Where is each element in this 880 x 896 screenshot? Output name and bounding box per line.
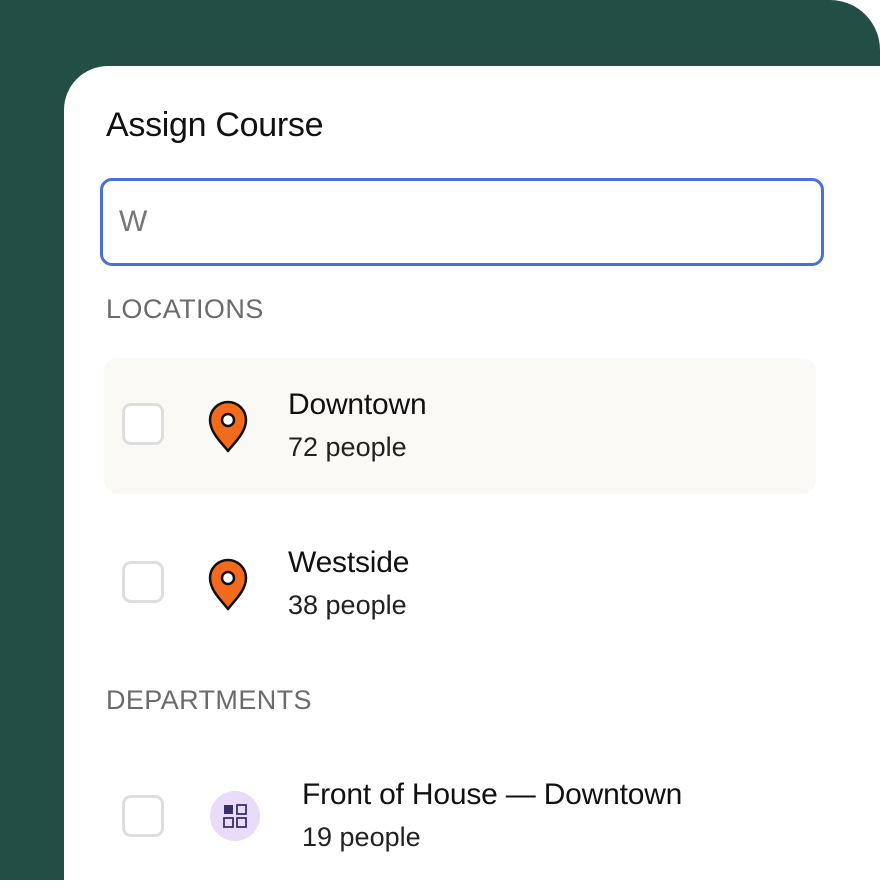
checkbox[interactable] <box>122 561 164 603</box>
item-count: 38 people <box>288 590 407 620</box>
item-name: Westside <box>288 546 410 579</box>
list-item-westside[interactable]: Westside 38 people <box>104 516 816 652</box>
list-item-front-of-house-downtown[interactable]: Front of House — Downtown 19 people <box>104 748 816 884</box>
item-name: Downtown <box>288 388 427 421</box>
grid-icon <box>223 804 247 828</box>
map-pin-icon <box>208 400 248 453</box>
item-name: Front of House — Downtown <box>302 778 683 811</box>
department-grid-icon <box>210 791 260 841</box>
map-pin-icon <box>208 558 248 611</box>
item-count: 19 people <box>302 822 421 852</box>
checkbox[interactable] <box>122 795 164 837</box>
checkbox[interactable] <box>122 403 164 445</box>
list-item-downtown[interactable]: Downtown 72 people <box>104 358 816 494</box>
section-label-departments: DEPARTMENTS <box>106 685 312 715</box>
dialog-title: Assign Course <box>106 106 324 144</box>
assign-course-dialog: Assign Course LOCATIONS Downtown 72 peop… <box>64 66 880 896</box>
section-label-locations: LOCATIONS <box>106 294 264 324</box>
item-count: 72 people <box>288 432 407 462</box>
search-input[interactable] <box>100 178 824 266</box>
